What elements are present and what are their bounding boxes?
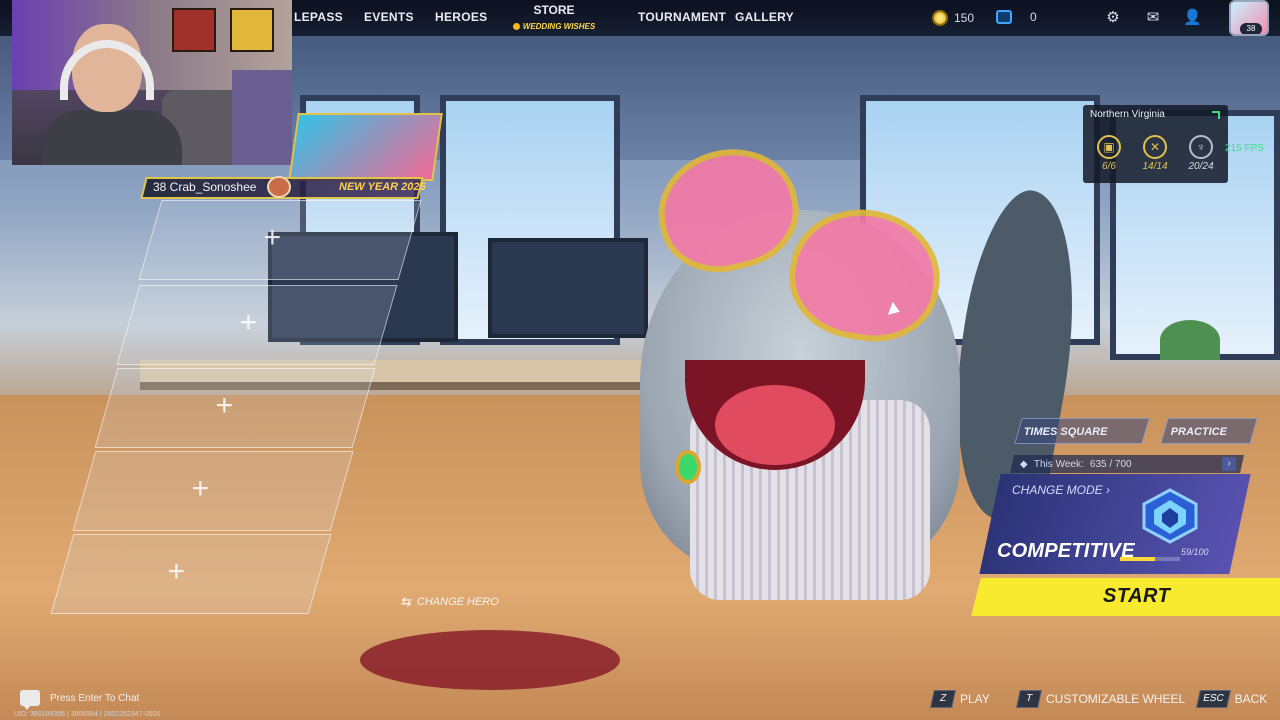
practice-label: PRACTICE: [1170, 426, 1227, 438]
diamond-icon: ◆: [1020, 458, 1028, 470]
change-hero-button[interactable]: ⇆ CHANGE HERO: [400, 594, 499, 610]
green-gem-pendant: [675, 450, 701, 484]
store-label: STORE: [533, 3, 575, 17]
game-mode-name: COMPETITIVE: [997, 540, 1135, 562]
store-promo-text: WEDDING WISHES: [522, 22, 596, 31]
wall-poster: [230, 8, 274, 52]
nav-item-battlepass[interactable]: LEPASS: [294, 10, 343, 24]
nav-item-tournament[interactable]: TOURNAMENT: [638, 10, 726, 24]
chat-prompt[interactable]: Press Enter To Chat: [20, 690, 140, 710]
key-t: T: [1016, 690, 1042, 708]
change-mode-button[interactable]: CHANGE MODE ›: [1012, 483, 1110, 497]
coffee-spill: [360, 630, 620, 690]
nav-item-gallery[interactable]: GALLERY: [735, 10, 794, 24]
potted-plant: [1160, 320, 1220, 360]
rank-progress-bar: [1120, 557, 1180, 561]
unit-currency-icon: [996, 10, 1012, 24]
hint-play[interactable]: Z PLAY: [930, 690, 990, 708]
hint-customizable-wheel[interactable]: T CUSTOMIZABLE WHEEL: [1016, 690, 1186, 708]
change-hero-label: CHANGE HERO: [416, 596, 499, 608]
server-stat-tools: ✕ 14/14: [1135, 135, 1175, 172]
add-teammate-plus-icon: +: [167, 555, 186, 588]
team-slot-4[interactable]: +: [72, 451, 354, 531]
uid-text: UID: 380189395 | 3006564 | 2602262347-05…: [14, 711, 161, 718]
change-mode-label: CHANGE MODE: [1012, 483, 1103, 497]
server-status-panel[interactable]: Northern Virginia ▣ 6/6 ✕ 14/14 ♆ 20/24: [1083, 105, 1228, 183]
player-name-card[interactable]: 38 Crab_Sonoshee NEW YEAR 2026: [140, 113, 443, 199]
add-teammate-plus-icon: +: [191, 472, 210, 505]
clipboard-icon: ▣: [1097, 135, 1121, 159]
server-stat-value: 14/14: [1142, 161, 1168, 172]
practice-button[interactable]: PRACTICE: [1160, 418, 1258, 444]
hero-shark-character[interactable]: [620, 134, 1098, 600]
chat-label: Press Enter To Chat: [50, 692, 140, 704]
team-slot-5[interactable]: +: [50, 534, 332, 614]
nav-item-events[interactable]: EVENTS: [364, 10, 414, 24]
add-teammate-plus-icon: +: [215, 389, 234, 422]
hint-play-label: PLAY: [960, 692, 990, 706]
rank-progress-fill: [1120, 557, 1156, 561]
player-avatar[interactable]: 38: [1229, 0, 1269, 36]
rank-progress-text: 59/100: [1181, 547, 1209, 557]
trophy-icon: ♆: [1189, 135, 1213, 159]
shark-tongue: [715, 385, 835, 465]
server-stat-trophy: ♆ 20/24: [1181, 135, 1221, 172]
mail-icon[interactable]: ✉: [1144, 9, 1162, 27]
weekly-progress-bar[interactable]: ◆ This Week: 635 / 700 ›: [1010, 455, 1244, 473]
chevron-right-icon: ›: [1106, 483, 1111, 497]
team-slot-2[interactable]: +: [116, 285, 398, 365]
server-region: Northern Virginia: [1090, 109, 1165, 120]
signal-strength-icon: [1212, 111, 1220, 119]
unit-currency[interactable]: 0: [996, 10, 1037, 24]
nav-item-heroes[interactable]: HEROES: [435, 10, 487, 24]
team-slot-1[interactable]: +: [138, 200, 422, 280]
key-z: Z: [930, 690, 956, 708]
hint-back[interactable]: ESC BACK: [1196, 690, 1268, 708]
swap-arrows-icon: ⇆: [400, 594, 411, 609]
nav-item-store[interactable]: STORE WEDDING WISHES: [508, 3, 600, 35]
map-select-times-square[interactable]: TIMES SQUARE: [1014, 418, 1150, 444]
player-event-tag: NEW YEAR 2026: [339, 181, 426, 193]
team-slot-3[interactable]: +: [94, 368, 376, 448]
chat-bubble-icon: [20, 690, 40, 710]
this-week-label: This Week:: [1033, 458, 1084, 470]
rank-emblem-icon: [1142, 488, 1198, 544]
gold-coin-icon: [932, 10, 948, 26]
hint-back-label: BACK: [1234, 692, 1268, 706]
crab-badge-icon: [267, 176, 291, 198]
map-name: TIMES SQUARE: [1023, 426, 1108, 438]
wall-poster: [172, 8, 216, 52]
start-label: START: [1103, 585, 1171, 607]
fps-counter: 215 FPS: [1225, 143, 1264, 154]
store-promo: WEDDING WISHES: [512, 22, 596, 31]
server-stat-value: 6/6: [1102, 161, 1116, 172]
key-esc: ESC: [1196, 690, 1231, 708]
add-teammate-plus-icon: +: [239, 306, 258, 339]
crossed-tools-icon: ✕: [1143, 135, 1167, 159]
promo-coin-icon: [512, 23, 520, 30]
server-stat-value: 20/24: [1188, 161, 1214, 172]
hint-wheel-label: CUSTOMIZABLE WHEEL: [1046, 692, 1186, 706]
gold-currency[interactable]: 150: [932, 10, 974, 26]
settings-gear-icon[interactable]: ⚙: [1104, 9, 1122, 27]
player-name: 38 Crab_Sonoshee: [153, 180, 257, 194]
avatar-level: 38: [1240, 23, 1262, 34]
unit-amount: 0: [1030, 10, 1037, 24]
server-stat-missions: ▣ 6/6: [1089, 135, 1129, 172]
add-teammate-plus-icon: +: [263, 221, 282, 254]
friends-icon[interactable]: 👤: [1183, 9, 1202, 27]
gold-amount: 150: [954, 11, 975, 25]
this-week-value: 635 / 700: [1089, 458, 1132, 470]
player-banner-art: [288, 113, 443, 181]
chevron-right-icon[interactable]: ›: [1222, 457, 1236, 471]
